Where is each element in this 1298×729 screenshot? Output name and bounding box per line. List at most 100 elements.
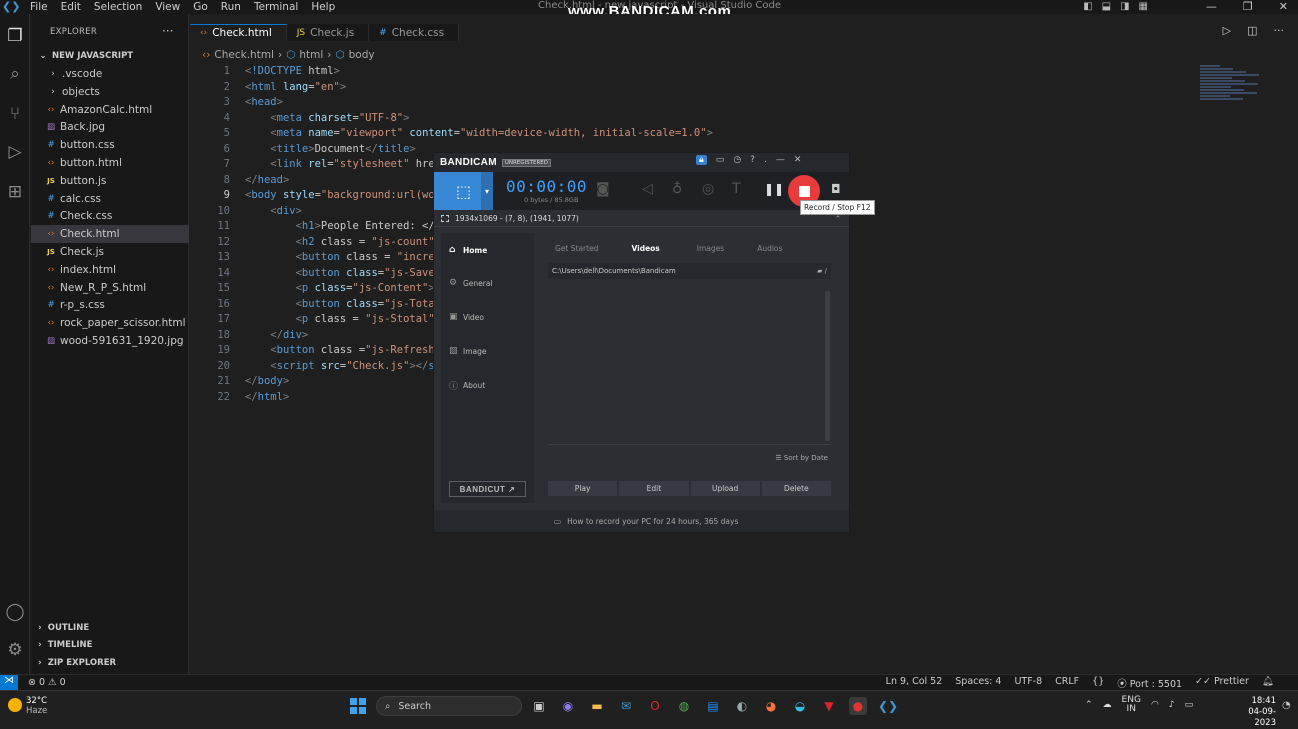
firefox-icon[interactable]: ◕ xyxy=(762,697,780,715)
more-actions-icon[interactable]: ··· xyxy=(1274,24,1285,37)
chrome-icon[interactable]: ◍ xyxy=(675,697,693,715)
file-item[interactable]: ‹› rock_paper_scissor.html xyxy=(31,314,189,332)
file-item[interactable]: › .vscode xyxy=(31,65,189,83)
capture-area-bar[interactable]: 1934x1069 - (7, 8), (1941, 1077) ⌃ xyxy=(434,210,849,227)
code-line[interactable]: <head> xyxy=(245,96,945,112)
problems-status[interactable]: ⊗ 0 ⚠ 0 xyxy=(28,677,66,688)
search-icon[interactable]: ⌕ xyxy=(0,64,30,84)
mail-icon[interactable]: ✉ xyxy=(617,697,635,715)
list-scrollbar[interactable] xyxy=(825,291,830,441)
file-item[interactable]: › objects xyxy=(31,83,189,101)
lock-icon[interactable]: 🔒︎ xyxy=(696,155,707,165)
tab-videos[interactable]: Videos xyxy=(631,244,659,253)
output-folder-path[interactable]: C:\Users\dell\Documents\Bandicam ▰ / xyxy=(548,263,831,279)
menu-go[interactable]: Go xyxy=(193,1,208,13)
open-folder-icon[interactable]: ▰ / xyxy=(817,267,827,275)
taskbar-search[interactable]: ⌕ Search xyxy=(376,696,522,716)
teams-chat-icon[interactable]: ◉ xyxy=(559,697,577,715)
file-item[interactable]: ‹› Check.html xyxy=(31,225,189,244)
tab-check-html[interactable]: ‹› Check.html xyxy=(190,24,287,41)
tab-check-js[interactable]: JS Check.js xyxy=(286,24,370,41)
prettier-status[interactable]: ✓✓ Prettier xyxy=(1195,676,1249,690)
minimize-icon[interactable]: — xyxy=(776,155,785,165)
toggle-panel-icon[interactable]: ⬓ xyxy=(1102,1,1111,12)
toggle-primary-sidebar-icon[interactable]: ◧ xyxy=(1083,1,1092,12)
menu-edit[interactable]: Edit xyxy=(61,1,81,13)
close-icon[interactable]: ✕ xyxy=(1279,0,1288,13)
text-overlay-icon[interactable]: T xyxy=(732,181,741,197)
play-button[interactable]: Play xyxy=(548,481,618,496)
file-explorer-icon[interactable]: ▬ xyxy=(588,697,606,715)
edge-icon[interactable]: ◒ xyxy=(791,697,809,715)
live-server-port[interactable]: ⦿ Port : 5501 xyxy=(1117,676,1182,690)
folder-icon[interactable]: ▭ xyxy=(716,155,725,165)
delete-button[interactable]: Delete xyxy=(761,481,831,496)
mouse-effect-icon[interactable]: ◎ xyxy=(702,181,714,197)
tab-audios[interactable]: Audios xyxy=(757,244,782,253)
run-icon[interactable]: ▷ xyxy=(1223,24,1231,37)
task-view-icon[interactable]: ▣ xyxy=(530,697,548,715)
webcam-icon[interactable]: ◙ xyxy=(596,181,610,197)
file-item[interactable]: JS Check.js xyxy=(31,243,189,261)
menu-selection[interactable]: Selection xyxy=(94,1,142,13)
timeline-section[interactable]: › TIMELINE xyxy=(31,636,189,653)
extensions-icon[interactable]: ⊞ xyxy=(0,182,30,202)
unregistered-badge[interactable]: UNREGISTERED xyxy=(501,158,552,167)
source-control-icon[interactable]: ⑂ xyxy=(0,104,30,124)
run-debug-icon[interactable]: ▷ xyxy=(0,142,30,162)
wifi-icon[interactable]: ◠ xyxy=(1151,700,1159,710)
clock-icon[interactable]: ◷ xyxy=(733,155,741,165)
code-line[interactable]: <!DOCTYPE html> xyxy=(245,65,945,81)
file-item[interactable]: # Check.css xyxy=(31,207,189,225)
maximize-icon[interactable]: ❐ xyxy=(1243,0,1253,13)
file-item[interactable]: ‹› New_R_P_S.html xyxy=(31,279,189,297)
language-braces-icon[interactable]: {} xyxy=(1092,676,1104,690)
battery-icon[interactable]: ▭ xyxy=(1185,700,1194,710)
help-icon[interactable]: ? xyxy=(750,155,755,165)
accounts-icon[interactable]: ◯ xyxy=(0,602,30,622)
encoding[interactable]: UTF-8 xyxy=(1014,676,1042,690)
pause-icon[interactable]: ❚❚ xyxy=(764,182,784,196)
more-actions-icon[interactable]: ··· xyxy=(162,24,173,38)
bandicam-footer[interactable]: ▭ How to record your PC for 24 hours, 36… xyxy=(434,510,849,532)
nav-general[interactable]: ⚙ General xyxy=(449,278,493,288)
weather-widget[interactable]: 32°C Haze xyxy=(8,696,47,716)
vivaldi-icon[interactable]: ▼ xyxy=(820,697,838,715)
notification-bell-icon[interactable]: ◔ xyxy=(1282,700,1291,711)
bandicut-button[interactable]: BANDICUT ↗ xyxy=(449,481,526,497)
start-button[interactable] xyxy=(350,698,366,714)
app-icon[interactable]: ◐ xyxy=(733,697,751,715)
file-item[interactable]: # button.css xyxy=(31,136,189,154)
menu-view[interactable]: View xyxy=(155,1,180,13)
breadcrumb-file[interactable]: Check.html xyxy=(214,49,274,61)
code-line[interactable]: <meta name="viewport" content="width=dev… xyxy=(245,127,945,143)
menu-help[interactable]: Help xyxy=(311,1,335,13)
volume-icon[interactable]: ♪ xyxy=(1169,700,1175,710)
tab-images[interactable]: Images xyxy=(697,244,724,253)
code-line[interactable]: <meta charset="UTF-8"> xyxy=(245,112,945,128)
indentation[interactable]: Spaces: 4 xyxy=(955,676,1001,690)
end-of-line[interactable]: CRLF xyxy=(1055,676,1079,690)
file-item[interactable]: # calc.css xyxy=(31,190,189,208)
nav-video[interactable]: ▣ Video xyxy=(449,312,484,322)
bandicam-taskbar-icon[interactable]: ● xyxy=(849,697,867,715)
customize-layout-icon[interactable]: ▦ xyxy=(1139,1,1148,12)
mode-dropdown-icon[interactable]: ▾ xyxy=(481,172,493,210)
file-item[interactable]: ▨ wood-591631_1920.jpg xyxy=(31,332,189,350)
nav-about[interactable]: ⓘ About xyxy=(449,379,485,392)
file-item[interactable]: ‹› button.html xyxy=(31,154,189,172)
sort-by-date[interactable]: ☰ Sort by Date xyxy=(775,454,828,462)
explorer-icon[interactable]: ❐ xyxy=(0,26,30,46)
file-item[interactable]: # r-p_s.css xyxy=(31,296,189,314)
menu-run[interactable]: Run xyxy=(221,1,241,13)
nav-home[interactable]: ⌂ Home xyxy=(449,245,487,255)
file-item[interactable]: ‹› AmazonCalc.html xyxy=(31,101,189,119)
file-item[interactable]: JS button.js xyxy=(31,172,189,190)
clock[interactable]: 18:41 04-09-2023 xyxy=(1228,696,1276,729)
breadcrumb-body[interactable]: body xyxy=(349,49,375,61)
minimize-to-tray-icon[interactable]: . xyxy=(764,155,767,165)
close-icon[interactable]: ✕ xyxy=(794,155,802,165)
remote-icon[interactable]: ⋊ xyxy=(0,674,18,691)
nav-image[interactable]: ▨ Image xyxy=(449,346,487,356)
code-line[interactable]: <html lang="en"> xyxy=(245,81,945,97)
